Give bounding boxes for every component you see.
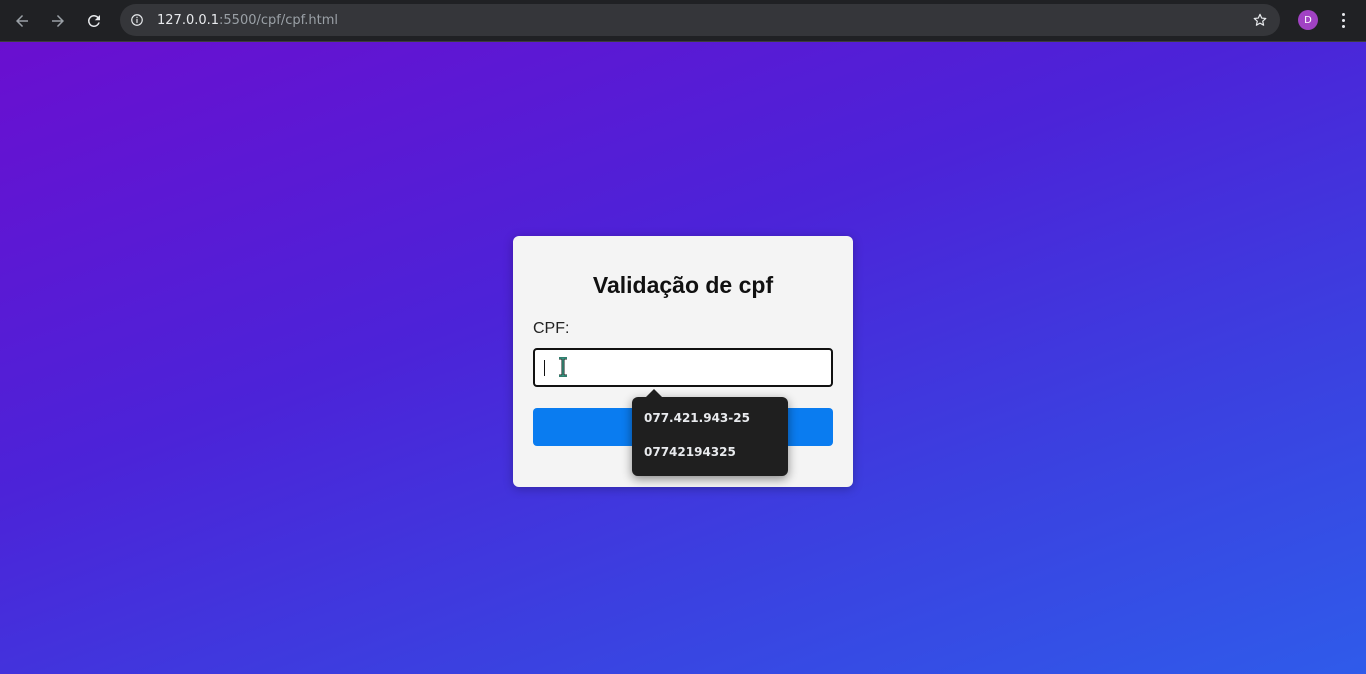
profile-avatar[interactable]: D xyxy=(1298,10,1318,30)
url-text[interactable]: 127.0.0.1:5500/cpf/cpf.html xyxy=(157,13,338,28)
bookmark-button[interactable] xyxy=(1250,10,1270,30)
ibeam-cursor-icon xyxy=(559,357,567,377)
star-icon xyxy=(1253,13,1267,26)
site-info-button[interactable] xyxy=(123,6,151,34)
autocomplete-suggestion[interactable]: 077.421.943-25 xyxy=(632,403,788,437)
page-viewport: Validação de cpf CPF: xyxy=(0,42,1366,674)
url-path: :5500/cpf/cpf.html xyxy=(219,12,339,28)
arrow-left-icon xyxy=(16,14,28,27)
page-title: Validação de cpf xyxy=(592,272,774,298)
browser-menu-button[interactable] xyxy=(1334,8,1352,32)
autocomplete-suggestion[interactable]: 07742194325 xyxy=(632,437,788,471)
back-button[interactable] xyxy=(10,9,34,33)
autocomplete-dropdown: 077.421.943-25 07742194325 xyxy=(632,389,788,476)
reload-icon xyxy=(87,14,100,27)
info-icon xyxy=(131,14,143,26)
address-bar[interactable]: 127.0.0.1:5500/cpf/cpf.html xyxy=(120,4,1280,36)
cpf-input[interactable] xyxy=(533,348,833,387)
text-caret xyxy=(544,360,545,376)
forward-button[interactable] xyxy=(46,9,70,33)
reload-button[interactable] xyxy=(82,9,106,33)
arrow-right-icon xyxy=(52,14,64,27)
cpf-label: CPF: xyxy=(533,320,570,337)
url-host: 127.0.0.1 xyxy=(157,12,220,28)
browser-toolbar: 127.0.0.1:5500/cpf/cpf.html D xyxy=(0,0,1366,42)
kebab-menu-icon xyxy=(1341,12,1345,16)
